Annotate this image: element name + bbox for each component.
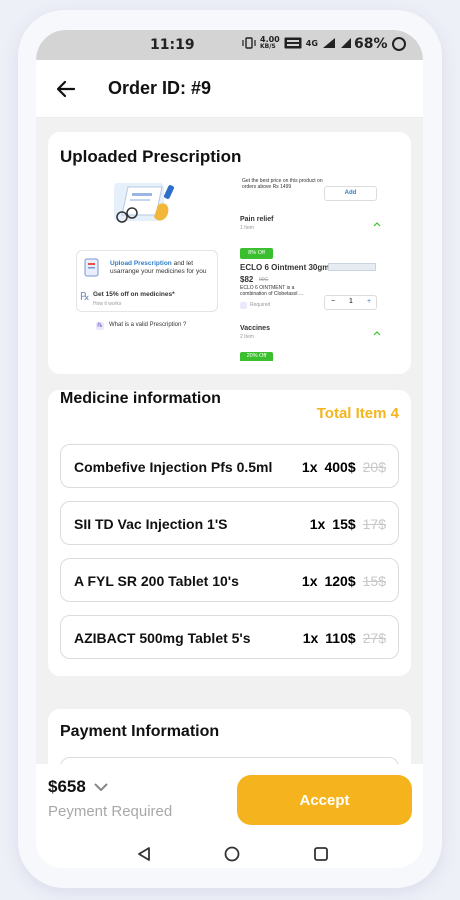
add-button[interactable]: Add: [324, 186, 377, 201]
medicine-name: AZIBACT 500mg Tablet 5's: [74, 630, 251, 646]
screen: 11:19 4.00 KB/S 4G 68% Order ID: #9 Uplo…: [36, 30, 423, 868]
product-description: ECLO 6 OINTMENT is a combination of Clob…: [240, 285, 304, 297]
medicine-amounts: 1x 15$ 17$: [310, 516, 386, 532]
discount-badge-2: 20% Off: [240, 352, 273, 361]
discount-badge: 8% Off: [240, 248, 273, 259]
battery-level: 68%: [354, 36, 388, 52]
medicine-price: 110$: [325, 630, 356, 646]
product-name[interactable]: ECLO 6 Ointment 30gm: [240, 263, 329, 272]
upload-prescription-box[interactable]: Upload Prescription and let usarrange yo…: [76, 250, 218, 312]
battery-status: 68%: [354, 36, 406, 52]
category-vaccines[interactable]: Vaccines: [240, 325, 270, 332]
prescription-title: Uploaded Prescription: [60, 147, 242, 166]
medicine-qty: 1x: [309, 516, 326, 532]
medicine-price: 400$: [324, 459, 356, 475]
system-nav-bar: [36, 844, 423, 868]
medicine-card: Medicine information Total Item 4 Combef…: [48, 390, 411, 676]
qty-plus-button[interactable]: +: [367, 298, 371, 305]
app-bar: Order ID: #9: [36, 60, 423, 118]
chevron-up-icon-2[interactable]: [373, 330, 381, 336]
category-pain-relief[interactable]: Pain relief: [240, 216, 273, 223]
payment-row[interactable]: [60, 757, 399, 764]
speed-value: 4.00: [260, 35, 280, 44]
status-icons: 4.00 KB/S 4G: [242, 36, 352, 50]
valid-prescription-link[interactable]: What is a valid Prescription ?: [109, 322, 186, 328]
required-icon: [240, 302, 247, 309]
upload-icon: [84, 258, 99, 277]
qty-value: 1: [349, 298, 353, 305]
qty-minus-button[interactable]: −: [331, 298, 335, 305]
vibrate-icon: [242, 37, 256, 49]
total-items: Total Item 4: [316, 405, 399, 422]
payment-title: Payment Information: [60, 723, 220, 740]
chevron-up-icon[interactable]: [373, 221, 381, 227]
product-image: [328, 263, 376, 271]
medicine-row[interactable]: Combefive Injection Pfs 0.5ml 1x 400$ 20…: [60, 444, 399, 488]
accept-button[interactable]: Accept: [237, 775, 412, 825]
payment-card: Payment Information: [48, 709, 411, 764]
prescription-illustration: [114, 183, 175, 223]
amount-value: $658: [48, 777, 86, 796]
prescription-card: Uploaded Prescription Upload Prescriptio…: [48, 132, 411, 374]
medicine-row[interactable]: AZIBACT 500mg Tablet 5's 1x 110$ 27$: [60, 615, 399, 659]
checkout-footer: $658 Peyment Required Accept: [36, 764, 423, 868]
required-label: Required: [250, 302, 271, 308]
medicine-old-price: 17$: [362, 516, 386, 532]
volte-icon: [284, 37, 302, 49]
main-content: Uploaded Prescription Upload Prescriptio…: [36, 118, 423, 764]
quantity-stepper: − 1 +: [324, 295, 377, 310]
page-title: Order ID: #9: [108, 78, 212, 98]
speed-indicator: 4.00 KB/S: [260, 35, 280, 51]
medicine-title: Medicine information: [60, 390, 221, 407]
medicine-name: SII TD Vac Injection 1'S: [74, 516, 228, 532]
medicine-qty: 1x: [301, 573, 318, 589]
medicine-name: A FYL SR 200 Tablet 10's: [74, 573, 239, 589]
best-price-text: Get the best price on this product on or…: [242, 178, 323, 190]
medicine-amounts: 1x 110$ 27$: [303, 630, 386, 646]
upload-text: Upload Prescription and let usarrange yo…: [110, 260, 218, 276]
signal-icon-2: [340, 38, 351, 48]
rx-icon: ℞: [80, 290, 90, 302]
medicine-price: 120$: [324, 573, 356, 589]
medicine-row[interactable]: A FYL SR 200 Tablet 10's 1x 120$ 15$: [60, 558, 399, 602]
medicine-row[interactable]: SII TD Vac Injection 1'S 1x 15$ 17$: [60, 501, 399, 545]
medicine-price: 15$: [332, 516, 356, 532]
info-badge-icon: ℞: [96, 322, 104, 330]
medicine-amounts: 1x 400$ 20$: [302, 459, 386, 475]
product-price: $82: [240, 275, 254, 284]
speed-unit: KB/S: [260, 43, 276, 50]
payment-required-label: Peyment Required: [48, 803, 173, 820]
nav-back-icon[interactable]: [137, 846, 151, 862]
medicine-name: Combefive Injection Pfs 0.5ml: [74, 459, 273, 475]
category-count: 1 Item: [240, 225, 254, 231]
medicine-qty: 1x: [302, 630, 319, 646]
signal-icon: [322, 38, 335, 48]
svg-text:℞: ℞: [80, 290, 90, 302]
medicine-amounts: 1x 120$ 15$: [302, 573, 386, 589]
nav-recents-icon[interactable]: [313, 846, 329, 862]
nav-home-icon[interactable]: [224, 846, 240, 862]
status-bar: 11:19 4.00 KB/S 4G 68%: [36, 30, 423, 60]
medicine-qty: 1x: [301, 459, 318, 475]
status-time: 11:19: [150, 37, 195, 53]
medicine-old-price: 27$: [362, 630, 386, 646]
total-amount[interactable]: $658: [48, 777, 108, 797]
back-arrow-icon[interactable]: [54, 77, 78, 101]
network-type: 4G: [305, 38, 318, 48]
medicine-old-price: 15$: [362, 573, 386, 589]
medicine-old-price: 20$: [362, 459, 386, 475]
chevron-down-icon[interactable]: [94, 783, 108, 792]
how-it-works-link[interactable]: How it works: [93, 301, 121, 307]
upload-link[interactable]: Upload Prescription: [110, 260, 172, 267]
product-old-price: 90G: [259, 277, 269, 283]
category-count-2: 2 Item: [240, 334, 254, 340]
battery-icon: [391, 37, 406, 51]
offer-text: Get 15% off on medicines*: [93, 291, 175, 298]
